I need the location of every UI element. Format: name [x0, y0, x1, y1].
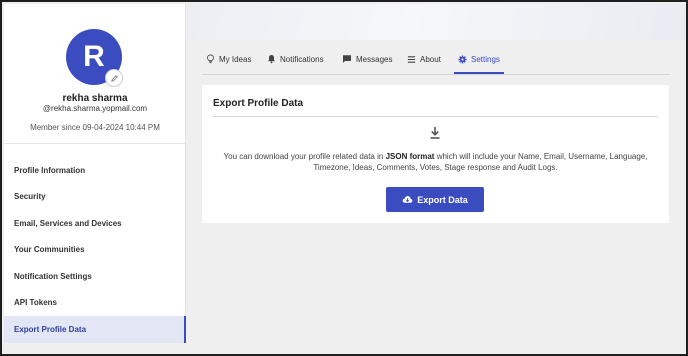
active-tab-indicator [454, 72, 504, 74]
gear-icon [458, 54, 467, 64]
sidebar-item-email-services-devices[interactable]: Email, Services and Devices [4, 210, 186, 237]
tab-label: About [420, 54, 441, 64]
sidebar-item-notification-settings[interactable]: Notification Settings [4, 263, 186, 290]
sidebar-item-api-tokens[interactable]: API Tokens [4, 290, 186, 317]
app-window: R rekha sharma @rekha.sharma.yopmail.com… [0, 0, 688, 356]
export-description: You can download your profile related da… [222, 151, 649, 173]
tab-label: Settings [471, 54, 500, 64]
export-profile-card: Export Profile Data You can download you… [202, 85, 669, 223]
sidebar-item-label: API Tokens [14, 298, 57, 308]
sidebar-item-your-communities[interactable]: Your Communities [4, 237, 186, 264]
sidebar-item-label: Email, Services and Devices [14, 218, 122, 228]
profile-summary: R rekha sharma @rekha.sharma.yopmail.com… [4, 4, 185, 144]
desc-format: JSON format [385, 152, 435, 161]
profile-name: rekha sharma [62, 93, 128, 104]
message-icon [343, 55, 351, 63]
lightbulb-icon [207, 54, 214, 64]
profile-email: @rekha.sharma.yopmail.com [42, 104, 148, 113]
sidebar-item-label: Profile Information [14, 165, 86, 175]
sidebar-item-label: Your Communities [14, 245, 85, 255]
sidebar-item-label: Notification Settings [14, 271, 92, 281]
tab-label: My Ideas [219, 54, 252, 64]
menu-lines-icon [407, 55, 416, 63]
card-divider [213, 116, 658, 117]
export-button-label: Export Data [417, 194, 468, 205]
profile-banner [187, 4, 686, 40]
download-icon [429, 126, 441, 145]
member-since: Member since 09-04-2024 10:44 PM [30, 123, 160, 132]
export-data-button[interactable]: Export Data [386, 187, 484, 212]
desc-text: You can download your profile related da… [223, 152, 386, 161]
edit-avatar-button[interactable] [105, 69, 123, 87]
tab-about[interactable]: About [407, 51, 441, 67]
tab-my-ideas[interactable]: My Ideas [206, 51, 251, 67]
tab-messages[interactable]: Messages [342, 51, 392, 67]
bell-icon [268, 54, 275, 64]
tab-label: Notifications [280, 54, 324, 64]
tab-bar-divider [202, 74, 670, 75]
card-title: Export Profile Data [213, 98, 304, 109]
sidebar-item-export-profile-data[interactable]: Export Profile Data [4, 316, 186, 343]
tab-notifications[interactable]: Notifications [267, 51, 324, 67]
pencil-icon [110, 74, 118, 82]
sidebar-nav: Profile Information Security Email, Serv… [4, 157, 186, 343]
sidebar-item-label: Export Profile Data [14, 324, 87, 334]
tab-settings[interactable]: Settings [458, 51, 500, 67]
sidebar-item-security[interactable]: Security [4, 184, 186, 211]
sidebar-item-profile-information[interactable]: Profile Information [4, 157, 186, 184]
cloud-download-icon [402, 196, 413, 203]
sidebar: R rekha sharma @rekha.sharma.yopmail.com… [4, 4, 186, 343]
sidebar-item-label: Security [14, 192, 46, 202]
tab-label: Messages [356, 54, 393, 64]
